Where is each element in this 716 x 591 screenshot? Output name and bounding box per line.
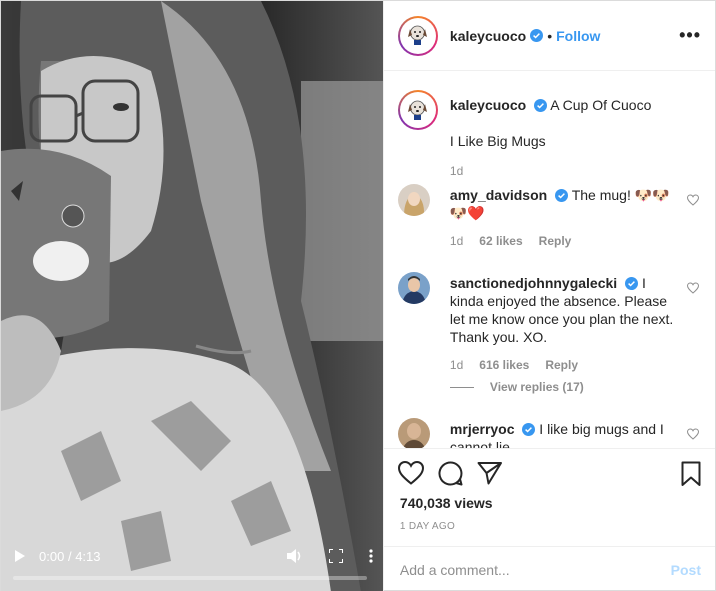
comment-age: 1d: [449, 358, 464, 372]
post-actions: 740,038 views 1 DAY AGO: [383, 448, 715, 546]
like-comment-heart-icon[interactable]: [687, 282, 699, 294]
comment-age: 1d: [449, 234, 464, 248]
reply-button[interactable]: Reply: [539, 234, 572, 248]
author-username[interactable]: kaleycuoco: [450, 28, 526, 44]
volume-icon[interactable]: [286, 549, 303, 563]
dog-logo-icon: [402, 94, 434, 126]
play-icon[interactable]: [15, 550, 25, 562]
like-comment-heart-icon[interactable]: [687, 428, 699, 440]
reply-button[interactable]: Reply: [545, 358, 578, 372]
like-comment-heart-icon[interactable]: [687, 194, 699, 206]
video-control-row: 0:00 / 4:13: [11, 546, 373, 566]
verified-badge-icon: [625, 277, 639, 290]
commenter-avatar[interactable]: [397, 184, 430, 216]
video-player[interactable]: 0:00 / 4:13: [1, 1, 383, 591]
view-replies-label: View replies (17): [489, 380, 584, 394]
caption-age: 1d: [449, 164, 464, 178]
commenter-avatar[interactable]: [397, 418, 430, 448]
post-comment-button[interactable]: Post: [671, 562, 701, 578]
fullscreen-icon[interactable]: [328, 549, 343, 563]
time-total: 4:13: [75, 548, 101, 564]
comment-body: amy_davidson The mug! 🐶🐶🐶❤️: [450, 186, 679, 222]
caption-line2: I Like Big Mugs: [449, 133, 546, 149]
comment-username[interactable]: sanctionedjohnnygalecki: [450, 275, 617, 291]
caption-body: kaleycuoco A Cup Of Cuoco I Like Big Mug…: [450, 96, 679, 150]
author-avatar[interactable]: [397, 15, 438, 56]
bookmark-icon[interactable]: [681, 461, 701, 487]
view-count[interactable]: 740,038 views: [400, 495, 493, 511]
comment-body: sanctionedjohnnygalecki I kinda enjoyed …: [450, 274, 679, 346]
add-comment-bar: Post: [383, 546, 715, 591]
verified-badge-icon: [534, 99, 548, 112]
video-controls: 0:00 / 4:13: [1, 532, 383, 591]
follow-button[interactable]: Follow: [556, 28, 600, 44]
like-heart-icon[interactable]: [397, 461, 424, 485]
caption-avatar[interactable]: [397, 90, 438, 130]
add-comment-input[interactable]: [399, 561, 671, 578]
post-timestamp[interactable]: 1 DAY AGO: [400, 521, 455, 532]
share-paper-plane-icon[interactable]: [477, 461, 503, 485]
comment-likes[interactable]: 616 likes: [479, 358, 529, 372]
caption-text: A Cup Of Cuoco: [550, 97, 652, 113]
view-replies-button[interactable]: View replies (17): [449, 380, 584, 394]
post-caption: kaleycuoco A Cup Of Cuoco I Like Big Mug…: [397, 90, 701, 190]
caption-username[interactable]: kaleycuoco: [450, 97, 526, 113]
comment-likes[interactable]: 62 likes: [479, 234, 522, 248]
comment-item: amy_davidson The mug! 🐶🐶🐶❤️ 1d 62 likes …: [397, 184, 701, 254]
action-icons: [397, 461, 503, 486]
verified-badge-icon: [555, 189, 569, 202]
comment-meta: 1d 62 likes Reply: [450, 234, 571, 248]
video-frame-image: [1, 1, 383, 591]
post-side-panel: kaleycuoco • Follow ••• kaleycuoco A Cup…: [382, 1, 715, 591]
video-time: 0:00 / 4:13: [39, 549, 101, 564]
comment-username[interactable]: mrjerryoc: [450, 421, 515, 437]
caption-meta: 1d: [450, 164, 463, 178]
video-options-icon[interactable]: [369, 549, 373, 563]
time-current: 0:00: [39, 548, 65, 564]
commenter-avatar[interactable]: [397, 272, 430, 304]
header-separator: •: [547, 27, 553, 44]
replies-divider: [449, 386, 474, 388]
time-separator: /: [67, 548, 72, 564]
comment-bubble-icon[interactable]: [438, 461, 463, 486]
comments-list[interactable]: kaleycuoco A Cup Of Cuoco I Like Big Mug…: [384, 72, 715, 448]
video-control-icons: [286, 549, 373, 563]
post-header: kaleycuoco • Follow •••: [383, 1, 715, 71]
comment-item: mrjerryoc I like big mugs and I cannot l…: [397, 418, 701, 448]
instagram-post: 0:00 / 4:13 kaleycuoco • Follow ••• kale…: [0, 0, 716, 591]
comment-body: mrjerryoc I like big mugs and I cannot l…: [450, 420, 679, 448]
verified-badge-icon: [530, 29, 544, 42]
verified-badge-icon: [522, 423, 536, 436]
video-progress-bar[interactable]: [13, 576, 367, 580]
more-options-icon[interactable]: •••: [679, 25, 701, 46]
comment-item: sanctionedjohnnygalecki I kinda enjoyed …: [397, 272, 701, 402]
comment-meta: 1d 616 likes Reply: [450, 358, 578, 372]
dog-logo-icon: [402, 20, 434, 51]
comment-username[interactable]: amy_davidson: [450, 187, 547, 203]
